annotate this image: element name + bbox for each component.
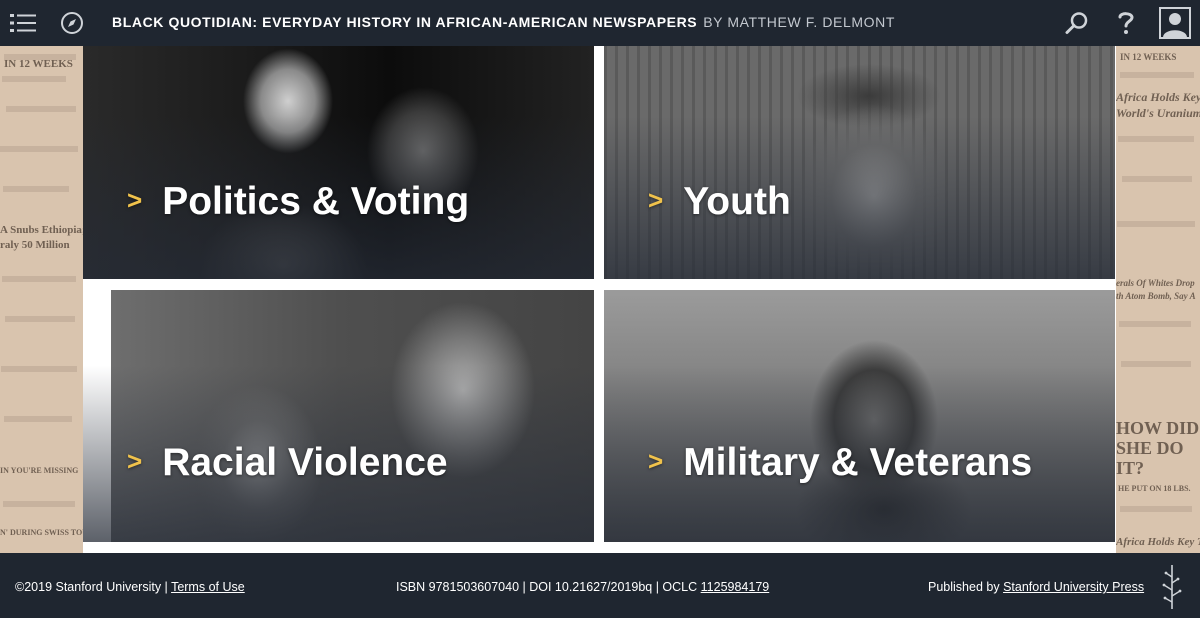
terms-of-use-link[interactable]: Terms of Use — [171, 580, 245, 594]
news-headline: raly 50 Million — [0, 239, 70, 251]
news-headline: N' DURING SWISS TOUR — [0, 528, 83, 537]
news-rule — [1121, 361, 1191, 367]
news-rule — [0, 146, 78, 152]
news-headline: IN 12 WEEKS — [1120, 52, 1177, 62]
news-rule — [1120, 506, 1192, 512]
site-footer: ©2019 Stanford University | Terms of Use… — [0, 553, 1200, 618]
oclc-link[interactable]: 1125984179 — [701, 580, 770, 594]
footer-copyright: ©2019 Stanford University | Terms of Use — [15, 580, 245, 594]
news-headline: erals Of Whites Drop — [1116, 278, 1195, 288]
news-rule — [1119, 321, 1191, 327]
news-rule — [2, 76, 66, 82]
footer-identifiers: ISBN 9781503607040 | DOI 10.21627/2019bq… — [396, 580, 769, 594]
photo-overlay — [604, 290, 1115, 542]
topic-label-text: Youth — [683, 180, 791, 223]
news-rule — [3, 501, 75, 507]
topic-label-text: Military & Veterans — [683, 441, 1033, 484]
chevron-right-icon: > — [127, 445, 143, 476]
search-icon[interactable] — [1062, 0, 1092, 46]
news-rule — [2, 276, 76, 282]
news-rule — [6, 106, 76, 112]
topic-label-text: Politics & Voting — [162, 180, 470, 223]
news-rule — [4, 416, 72, 422]
news-rule — [1118, 136, 1194, 142]
news-rule — [3, 186, 69, 192]
news-rule — [5, 316, 75, 322]
footer-publisher: Published by Stanford University Press — [928, 580, 1144, 594]
stanford-press-link[interactable]: Stanford University Press — [1003, 580, 1144, 594]
photo-overlay — [83, 290, 594, 542]
photo-overlay — [604, 46, 1115, 279]
photo-overlay — [83, 46, 594, 279]
news-headline: HE PUT ON 18 LBS. — [1118, 484, 1191, 493]
author-byline: BY MATTHEW F. DELMONT — [703, 14, 895, 30]
copyright-text: ©2019 Stanford University | — [15, 580, 168, 594]
news-headline: HOW DID — [1116, 418, 1200, 438]
site-title-text: BLACK QUOTIDIAN: EVERYDAY HISTORY IN AFR… — [112, 14, 698, 30]
news-headline: IN 12 WEEKS — [4, 58, 73, 70]
newspaper-background-right: IN 12 WEEKS Africa Holds Key T World's U… — [1116, 46, 1200, 553]
news-headline: World's Uranium — [1116, 106, 1200, 120]
news-rule — [1120, 72, 1194, 78]
user-icon[interactable] — [1158, 0, 1192, 46]
news-rule — [1117, 221, 1195, 227]
news-headline: SHE DO — [1116, 438, 1184, 458]
site-title[interactable]: BLACK QUOTIDIAN: EVERYDAY HISTORY IN AFR… — [112, 14, 895, 30]
stanford-press-logo-icon[interactable] — [1160, 563, 1184, 611]
compass-icon[interactable] — [58, 0, 86, 46]
news-headline: IT? — [1116, 458, 1145, 478]
topic-tile-military-veterans[interactable]: > Military & Veterans — [604, 290, 1115, 542]
help-icon[interactable] — [1112, 0, 1140, 46]
topic-label: > Military & Veterans — [648, 441, 1032, 485]
news-headline: IN YOU'RE MISSING — [0, 466, 79, 475]
chevron-right-icon: > — [648, 184, 664, 215]
topic-tile-politics-voting[interactable]: > Politics & Voting — [83, 46, 594, 279]
topic-tile-youth[interactable]: > Youth — [604, 46, 1115, 279]
news-headline: A Snubs Ethiopia; — [0, 224, 83, 236]
topic-label-text: Racial Violence — [162, 441, 448, 484]
topic-label: > Politics & Voting — [127, 180, 469, 224]
topic-label: > Racial Violence — [127, 441, 448, 485]
topic-label: > Youth — [648, 180, 791, 224]
published-by-text: Published by — [928, 580, 1000, 594]
menu-icon[interactable] — [8, 0, 38, 46]
news-headline: th Atom Bomb, Say A — [1116, 291, 1196, 301]
news-headline: Africa Holds Key Tr — [1116, 536, 1200, 548]
news-rule — [1122, 176, 1192, 182]
newspaper-background-left: IN 12 WEEKS A Snubs Ethiopia; raly 50 Mi… — [0, 46, 83, 553]
news-rule — [1, 366, 77, 372]
top-bar: BLACK QUOTIDIAN: EVERYDAY HISTORY IN AFR… — [0, 0, 1200, 46]
chevron-right-icon: > — [648, 445, 664, 476]
news-headline: Africa Holds Key T — [1116, 90, 1200, 104]
isbn-doi-text: ISBN 9781503607040 | DOI 10.21627/2019bq… — [396, 580, 698, 594]
chevron-right-icon: > — [127, 184, 143, 215]
topic-tile-racial-violence[interactable]: > Racial Violence — [83, 290, 594, 542]
